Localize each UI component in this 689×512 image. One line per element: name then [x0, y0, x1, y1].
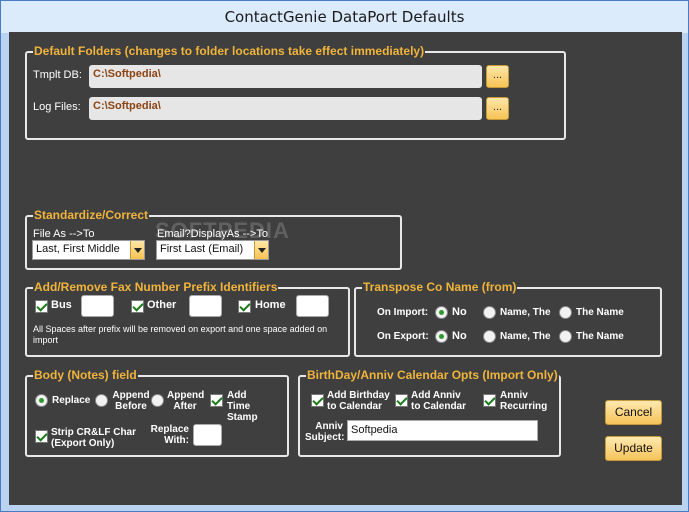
export-no-label: No — [452, 330, 467, 342]
chevron-down-icon[interactable] — [130, 241, 144, 259]
default-folders-legend: Default Folders (changes to folder locat… — [33, 44, 426, 59]
import-no-radio[interactable] — [435, 306, 448, 319]
cancel-button[interactable]: Cancel — [605, 400, 662, 425]
replace-with-input[interactable] — [193, 424, 222, 446]
export-the-name-radio[interactable] — [559, 330, 572, 343]
log-files-browse-button[interactable]: ... — [486, 97, 509, 120]
strip-crlf-checkbox[interactable] — [35, 430, 48, 443]
standardize-legend: Standardize/Correct — [33, 208, 150, 223]
home-checkbox[interactable] — [238, 300, 251, 313]
import-name-the-label: Name, The — [500, 307, 551, 318]
anniv-recurring-checkbox[interactable] — [483, 394, 496, 407]
add-anniv-checkbox[interactable] — [395, 394, 408, 407]
dialog-window: ContactGenie DataPort Defaults Default F… — [0, 0, 689, 512]
import-the-name-radio[interactable] — [559, 306, 572, 319]
append-after-radio[interactable] — [151, 394, 164, 407]
on-export-label: On Export: — [377, 331, 429, 342]
fax-prefix-legend: Add/Remove Fax Number Prefix Identifiers — [33, 280, 279, 295]
email-display-as-label: Email?DisplayAs -->To — [157, 228, 268, 240]
fax-prefix-note: All Spaces after prefix will be removed … — [33, 324, 328, 345]
import-name-the-radio[interactable] — [483, 306, 496, 319]
file-as-select[interactable]: Last, First Middle — [32, 240, 145, 260]
log-files-label: Log Files: — [33, 101, 81, 113]
append-before-label: Append Before — [112, 390, 150, 412]
other-label: Other — [147, 299, 177, 311]
anniv-recurring-label: Anniv Recurring — [500, 390, 548, 412]
file-as-label: File As -->To — [33, 228, 95, 240]
add-anniv-label: Add Anniv to Calendar — [411, 390, 467, 412]
replace-label: Replace — [52, 395, 91, 406]
body-notes-legend: Body (Notes) field — [33, 368, 138, 383]
on-import-label: On Import: — [377, 307, 429, 318]
export-no-radio[interactable] — [435, 330, 448, 343]
import-the-name-label: The Name — [576, 307, 624, 318]
other-prefix-input[interactable] — [189, 295, 222, 317]
home-label: Home — [255, 299, 286, 311]
file-as-value: Last, First Middle — [36, 243, 120, 255]
dialog-body: Default Folders (changes to folder locat… — [9, 32, 682, 505]
bus-label: Bus — [51, 299, 72, 311]
bus-checkbox[interactable] — [35, 300, 48, 313]
anniv-subject-input[interactable]: Softpedia — [347, 420, 538, 441]
chevron-down-icon[interactable] — [254, 241, 268, 259]
append-after-label: Append After — [167, 390, 205, 412]
tmplt-db-path-field[interactable]: C:\Softpedia\ — [89, 65, 482, 88]
append-before-radio[interactable] — [95, 394, 108, 407]
email-display-as-select[interactable]: First Last (Email) — [156, 240, 269, 260]
replace-with-label: Replace With: — [150, 424, 189, 446]
add-time-stamp-checkbox[interactable] — [210, 394, 223, 407]
tmplt-db-label: Tmplt DB: — [33, 69, 82, 81]
birthday-anniv-group: BirthDay/Anniv Calendar Opts (Import Onl… — [298, 368, 561, 457]
add-birthday-checkbox[interactable] — [311, 394, 324, 407]
export-the-name-label: The Name — [576, 331, 624, 342]
add-birthday-label: Add Birthday to Calendar — [327, 390, 390, 412]
window-title: ContactGenie DataPort Defaults — [224, 8, 465, 26]
transpose-legend: Transpose Co Name (from) — [362, 280, 518, 295]
email-display-as-value: First Last (Email) — [160, 243, 244, 255]
import-no-label: No — [452, 306, 467, 318]
home-prefix-input[interactable] — [296, 295, 329, 317]
strip-crlf-label: Strip CR&LF Char (Export Only) — [51, 427, 136, 449]
export-name-the-radio[interactable] — [483, 330, 496, 343]
birthday-anniv-legend: BirthDay/Anniv Calendar Opts (Import Onl… — [306, 368, 559, 383]
log-files-path-field[interactable]: C:\Softpedia\ — [89, 97, 482, 120]
title-bar[interactable]: ContactGenie DataPort Defaults — [1, 1, 688, 33]
replace-radio[interactable] — [35, 394, 48, 407]
transpose-group: Transpose Co Name (from) — [354, 280, 662, 357]
export-name-the-label: Name, The — [500, 331, 551, 342]
update-button[interactable]: Update — [605, 436, 662, 461]
bus-prefix-input[interactable] — [81, 295, 114, 317]
other-checkbox[interactable] — [131, 300, 144, 313]
anniv-subject-label: Anniv Subject: — [305, 421, 345, 443]
tmplt-db-browse-button[interactable]: ... — [486, 65, 509, 88]
add-time-stamp-label: Add Time Stamp — [227, 390, 258, 423]
